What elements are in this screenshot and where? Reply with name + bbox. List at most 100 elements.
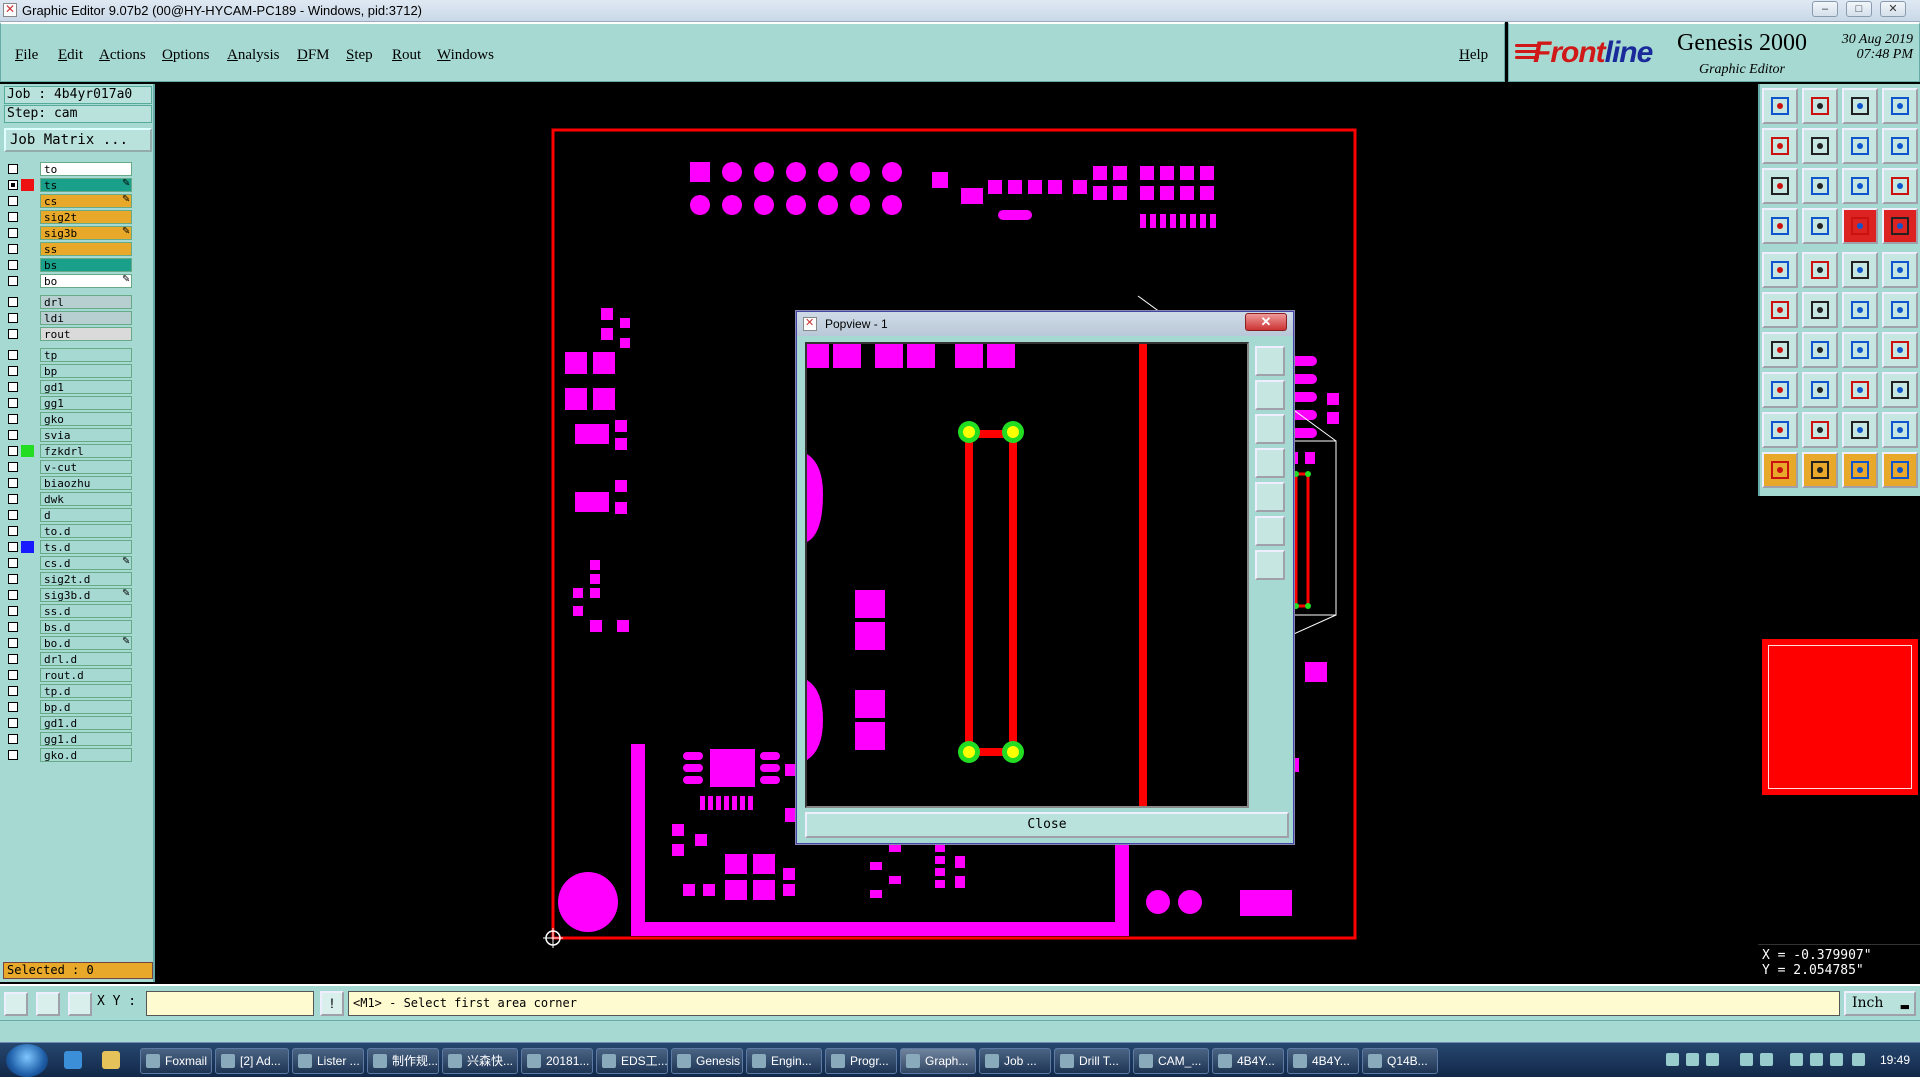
layer-color-swatch[interactable] (21, 397, 34, 409)
popview-fit-icon[interactable] (1255, 516, 1285, 546)
layer-row-svia[interactable]: svia (8, 428, 132, 442)
triangle-b-icon[interactable] (1842, 412, 1878, 448)
view-split-icon[interactable] (1882, 88, 1918, 124)
volume-icon[interactable] (1830, 1053, 1843, 1066)
layer-color-swatch[interactable] (21, 477, 34, 489)
layer-checkbox[interactable] (8, 382, 18, 392)
grid-icon[interactable] (68, 992, 92, 1016)
layer-name[interactable]: gko (40, 412, 132, 426)
pointer-icon[interactable] (1762, 452, 1798, 488)
layer-checkbox[interactable] (8, 718, 18, 728)
layer-checkbox[interactable] (8, 398, 18, 408)
layer-checkbox[interactable] (8, 478, 18, 488)
layer-checkbox[interactable] (8, 260, 18, 270)
taskbar-app[interactable]: Engin... (746, 1048, 822, 1074)
layer-row-cs.d[interactable]: cs.d ✎ (8, 556, 132, 570)
triangle-fill-icon[interactable] (1802, 412, 1838, 448)
layer-row-rout.d[interactable]: rout.d (8, 668, 132, 682)
layer-row-ldi[interactable]: ldi (8, 311, 132, 325)
taskbar-app[interactable]: 4B4Y... (1287, 1048, 1359, 1074)
taskbar-app[interactable]: 4B4Y... (1212, 1048, 1284, 1074)
layer-row-sig3b[interactable]: sig3b ✎ (8, 226, 132, 240)
layer-row-bo.d[interactable]: bo.d ✎ (8, 636, 132, 650)
pan-right-icon[interactable] (1802, 128, 1838, 164)
taskbar-app[interactable]: [2] Ad... (215, 1048, 289, 1074)
layer-name[interactable]: tp.d (40, 684, 132, 698)
layer-checkbox[interactable] (8, 350, 18, 360)
layer-checkbox[interactable] (8, 686, 18, 696)
layer-color-swatch[interactable] (21, 461, 34, 473)
taskbar-app[interactable]: Lister ... (292, 1048, 364, 1074)
layer-checkbox[interactable] (8, 180, 18, 190)
snap-angle-icon[interactable] (36, 992, 60, 1016)
zoom-fit-icon[interactable] (1842, 88, 1878, 124)
layer-name[interactable]: d (40, 508, 132, 522)
layer-name[interactable]: v-cut (40, 460, 132, 474)
layer-color-swatch[interactable] (21, 653, 34, 665)
layer-name[interactable]: svia (40, 428, 132, 442)
layer-checkbox[interactable] (8, 558, 18, 568)
flip-icon[interactable] (1802, 252, 1838, 288)
layer-color-swatch[interactable] (21, 717, 34, 729)
layer-color-swatch[interactable] (21, 557, 34, 569)
layer-name[interactable]: drl (40, 295, 132, 309)
layer-row-drl.d[interactable]: drl.d (8, 652, 132, 666)
layer-row-biaozhu[interactable]: biaozhu (8, 476, 132, 490)
layer-row-gd1[interactable]: gd1 (8, 380, 132, 394)
layer-row-bp.d[interactable]: bp.d (8, 700, 132, 714)
net-select-icon[interactable] (1882, 208, 1918, 244)
close-button[interactable]: ✕ (1880, 1, 1906, 17)
triangle-c-icon[interactable] (1882, 412, 1918, 448)
layer-row-bo[interactable]: bo ✎ (8, 274, 132, 288)
popview-canvas[interactable] (805, 342, 1249, 808)
start-button[interactable] (6, 1044, 48, 1077)
layer-name[interactable]: gd1.d (40, 716, 132, 730)
popview-titlebar[interactable]: Popview - 1 ✕ (797, 312, 1293, 336)
layer-row-gg1[interactable]: gg1 (8, 396, 132, 410)
layer-row-tp.d[interactable]: tp.d (8, 684, 132, 698)
layer-row-gd1.d[interactable]: gd1.d (8, 716, 132, 730)
popview-center-icon[interactable] (1255, 550, 1285, 580)
layer-row-dwk[interactable]: dwk (8, 492, 132, 506)
popview-zoom-out-icon[interactable] (1255, 414, 1285, 444)
menu-edit[interactable]: Edit (58, 47, 83, 64)
snap-point-icon[interactable] (1842, 292, 1878, 328)
pad-icon[interactable] (1882, 372, 1918, 408)
layer-row-bp[interactable]: bp (8, 364, 132, 378)
popview-window[interactable]: Popview - 1 ✕ (796, 311, 1294, 844)
layer-color-swatch[interactable] (21, 227, 34, 239)
layer-checkbox[interactable] (8, 329, 18, 339)
layer-row-drl[interactable]: drl (8, 295, 132, 309)
layer-row-sig2t.d[interactable]: sig2t.d (8, 572, 132, 586)
taskbar-app[interactable]: Drill T... (1054, 1048, 1130, 1074)
layer-color-swatch[interactable] (21, 179, 34, 191)
layer-checkbox[interactable] (8, 228, 18, 238)
layer-checkbox[interactable] (8, 702, 18, 712)
layer-name[interactable]: sig2t (40, 210, 132, 224)
snap-icon[interactable] (1882, 128, 1918, 164)
layer-color-swatch[interactable] (21, 589, 34, 601)
layer-color-swatch[interactable] (21, 413, 34, 425)
layer-row-ts[interactable]: ts ✎ (8, 178, 132, 192)
layer-name[interactable]: bo (40, 274, 132, 288)
layer-checkbox[interactable] (8, 670, 18, 680)
zoom-area-icon[interactable] (1762, 168, 1798, 204)
layer-name[interactable]: sig3b (40, 226, 132, 240)
layer-name[interactable]: bs (40, 258, 132, 272)
taskbar-clock[interactable]: 19:49 (1880, 1053, 1910, 1067)
layer-color-swatch[interactable] (21, 621, 34, 633)
ruler-icon[interactable] (1842, 252, 1878, 288)
layer-row-to[interactable]: to (8, 162, 132, 176)
layer-row-v-cut[interactable]: v-cut (8, 460, 132, 474)
layer-color-swatch[interactable] (21, 312, 34, 324)
round-icon[interactable] (1882, 252, 1918, 288)
layer-checkbox[interactable] (8, 430, 18, 440)
keyboard-icon[interactable] (1852, 1053, 1865, 1066)
scale-icon[interactable] (1842, 168, 1878, 204)
layer-name[interactable]: gg1.d (40, 732, 132, 746)
snap-red-icon[interactable] (1882, 292, 1918, 328)
taskbar-app[interactable]: Q14B... (1362, 1048, 1438, 1074)
layer-color-swatch[interactable] (21, 275, 34, 287)
tray-icon[interactable] (1740, 1053, 1753, 1066)
arc-icon[interactable] (1842, 332, 1878, 368)
